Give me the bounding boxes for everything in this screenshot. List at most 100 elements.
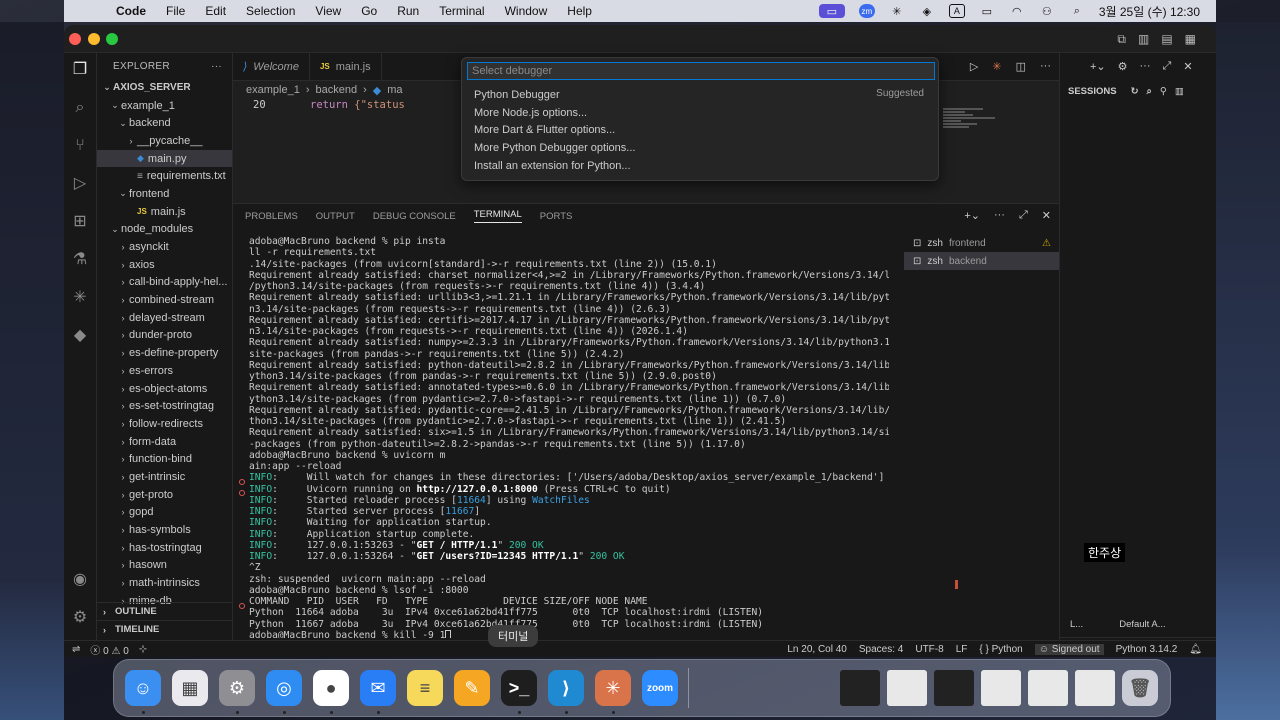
outline-section[interactable]: › OUTLINE: [97, 602, 233, 620]
notifications-icon[interactable]: 🔔︎: [1189, 644, 1202, 655]
close-icon[interactable]: ✕: [1183, 60, 1192, 73]
close-panel-icon[interactable]: ✕: [1042, 209, 1051, 222]
run-python-file-icon[interactable]: ▷: [970, 60, 978, 73]
dock-window-thumbnail[interactable]: [840, 670, 880, 706]
close-window-button[interactable]: [69, 33, 81, 45]
tree-item[interactable]: › es-define-property: [97, 344, 232, 362]
more-actions-icon[interactable]: ···: [1040, 60, 1051, 73]
split-editor-icon[interactable]: ◫: [1016, 60, 1026, 73]
quick-pick-item[interactable]: More Node.js options...: [474, 105, 587, 121]
dock-window-thumbnail[interactable]: [934, 670, 974, 706]
dock-window-thumbnail[interactable]: [981, 670, 1021, 706]
app-menu[interactable]: Code: [116, 4, 146, 18]
quick-pick-item[interactable]: Install an extension for Python...: [474, 158, 631, 174]
tree-item[interactable]: › es-set-tostringtag: [97, 397, 232, 415]
zoom-status-icon[interactable]: zm: [858, 4, 875, 18]
ports-icon[interactable]: ⊹: [139, 644, 147, 655]
breadcrumb-item[interactable]: example_1: [246, 84, 300, 96]
tree-item[interactable]: › has-symbols: [97, 521, 232, 539]
spotlight-icon[interactable]: ⌕: [1069, 4, 1085, 18]
screen-share-icon[interactable]: ▭: [818, 4, 845, 18]
mail-icon[interactable]: ✉: [360, 670, 396, 706]
quick-pick-input[interactable]: [467, 62, 935, 80]
testing-icon[interactable]: ⚗: [69, 249, 91, 271]
wifi-icon[interactable]: ◠: [1009, 4, 1025, 18]
tree-item[interactable]: › form-data: [97, 433, 232, 451]
account-icon[interactable]: ◉: [69, 569, 91, 591]
tree-item[interactable]: › dunder-proto: [97, 327, 232, 345]
remote-icon[interactable]: ⇌: [72, 644, 80, 655]
tree-item[interactable]: › es-errors: [97, 362, 232, 380]
tab-ports[interactable]: PORTS: [540, 211, 573, 222]
run-debug-icon[interactable]: ▷: [69, 173, 91, 195]
notes-icon[interactable]: ≡: [407, 670, 443, 706]
battery-icon[interactable]: ▭: [979, 4, 995, 18]
toggle-secondary-sidebar-icon[interactable]: ▦: [1185, 32, 1196, 47]
tree-item[interactable]: › has-tostringtag: [97, 539, 232, 557]
tree-item[interactable]: › asynckit: [97, 238, 232, 256]
cursor-position[interactable]: Ln 20, Col 40: [787, 644, 847, 655]
tree-item[interactable]: › function-bind: [97, 450, 232, 468]
tree-item[interactable]: › get-intrinsic: [97, 468, 232, 486]
terminal-output[interactable]: adoba@MacBruno backend % pip insta ll -r …: [249, 236, 889, 638]
system-settings-icon[interactable]: ⚙: [219, 670, 255, 706]
tree-item[interactable]: › es-object-atoms: [97, 380, 232, 398]
pages-icon[interactable]: ✎: [454, 670, 490, 706]
menu-clock[interactable]: 3월 25일 (수) 12:30: [1099, 3, 1200, 20]
tree-item[interactable]: › math-intrinsics: [97, 574, 232, 592]
maximize-panel-icon[interactable]: ⤢: [1019, 209, 1028, 222]
language-mode[interactable]: { } Python: [979, 644, 1022, 655]
quick-pick-item[interactable]: More Python Debugger options...: [474, 140, 635, 156]
tree-item[interactable]: ⌄ node_modules: [97, 221, 232, 239]
terminal-icon[interactable]: >_: [501, 670, 537, 706]
layout-icon[interactable]: ▥: [1175, 86, 1184, 97]
breadcrumb-item[interactable]: backend: [316, 84, 358, 96]
dock-window-thumbnail[interactable]: [1075, 670, 1115, 706]
tree-item[interactable]: › follow-redirects: [97, 415, 232, 433]
tree-item[interactable]: ⌄ frontend: [97, 185, 232, 203]
agent-dropdown[interactable]: Default A...: [1119, 619, 1165, 630]
menu-view[interactable]: View: [315, 4, 341, 18]
tree-item[interactable]: › delayed-stream: [97, 309, 232, 327]
menu-file[interactable]: File: [166, 4, 185, 18]
tree-item[interactable]: ≡ requirements.txt: [97, 167, 232, 185]
code-line[interactable]: return {"status: [310, 99, 405, 111]
terminal-tab-frontend[interactable]: ⊡ zsh frontend ⚠: [904, 234, 1059, 252]
tree-item[interactable]: ⌄ backend: [97, 114, 232, 132]
python-extension-icon[interactable]: ◆: [69, 325, 91, 347]
zoom-window-button[interactable]: [106, 33, 118, 45]
more-actions-icon[interactable]: ···: [211, 61, 222, 72]
menu-edit[interactable]: Edit: [205, 4, 226, 18]
tree-item[interactable]: › get-proto: [97, 486, 232, 504]
extensions-icon[interactable]: ⊞: [69, 211, 91, 233]
problems-status[interactable]: ⓧ 0 ⚠ 0: [90, 642, 128, 657]
chrome-icon[interactable]: ●: [313, 670, 349, 706]
toggle-primary-sidebar-icon[interactable]: ▥: [1138, 32, 1149, 47]
tree-item[interactable]: › hasown: [97, 557, 232, 575]
tree-item[interactable]: › gopd: [97, 504, 232, 522]
source-control-icon[interactable]: ⑂: [69, 135, 91, 157]
vpn-icon[interactable]: ◈: [919, 4, 935, 18]
tree-item[interactable]: JS main.js: [97, 203, 232, 221]
gear-icon[interactable]: ⚙: [1118, 60, 1128, 73]
toggle-panel-icon[interactable]: ▤: [1161, 32, 1172, 47]
end-of-line[interactable]: LF: [956, 644, 968, 655]
quick-pick-item[interactable]: Python Debugger: [474, 87, 560, 103]
encoding[interactable]: UTF-8: [915, 644, 943, 655]
tree-item[interactable]: ◆ main.py: [97, 149, 232, 168]
vscode-icon[interactable]: ⟩: [548, 670, 584, 706]
tree-item[interactable]: › call-bind-apply-hel...: [97, 274, 232, 292]
breadcrumb-item[interactable]: ma: [387, 84, 402, 96]
manage-gear-icon[interactable]: ⚙: [69, 607, 91, 629]
refresh-icon[interactable]: ↻: [1131, 86, 1139, 97]
explorer-icon[interactable]: ❐: [69, 59, 91, 81]
command-error-decoration[interactable]: [239, 603, 245, 609]
tab-main-js[interactable]: JS main.js: [310, 53, 382, 80]
new-session-icon[interactable]: +⌄: [1090, 60, 1106, 73]
session-dropdown[interactable]: L...: [1070, 619, 1083, 630]
claude-icon[interactable]: ✳: [595, 670, 631, 706]
finder-icon[interactable]: ☺: [125, 670, 161, 706]
more-actions-icon[interactable]: ···: [994, 209, 1005, 222]
command-error-decoration[interactable]: [239, 490, 245, 496]
control-center-icon[interactable]: ⚇: [1039, 4, 1055, 18]
